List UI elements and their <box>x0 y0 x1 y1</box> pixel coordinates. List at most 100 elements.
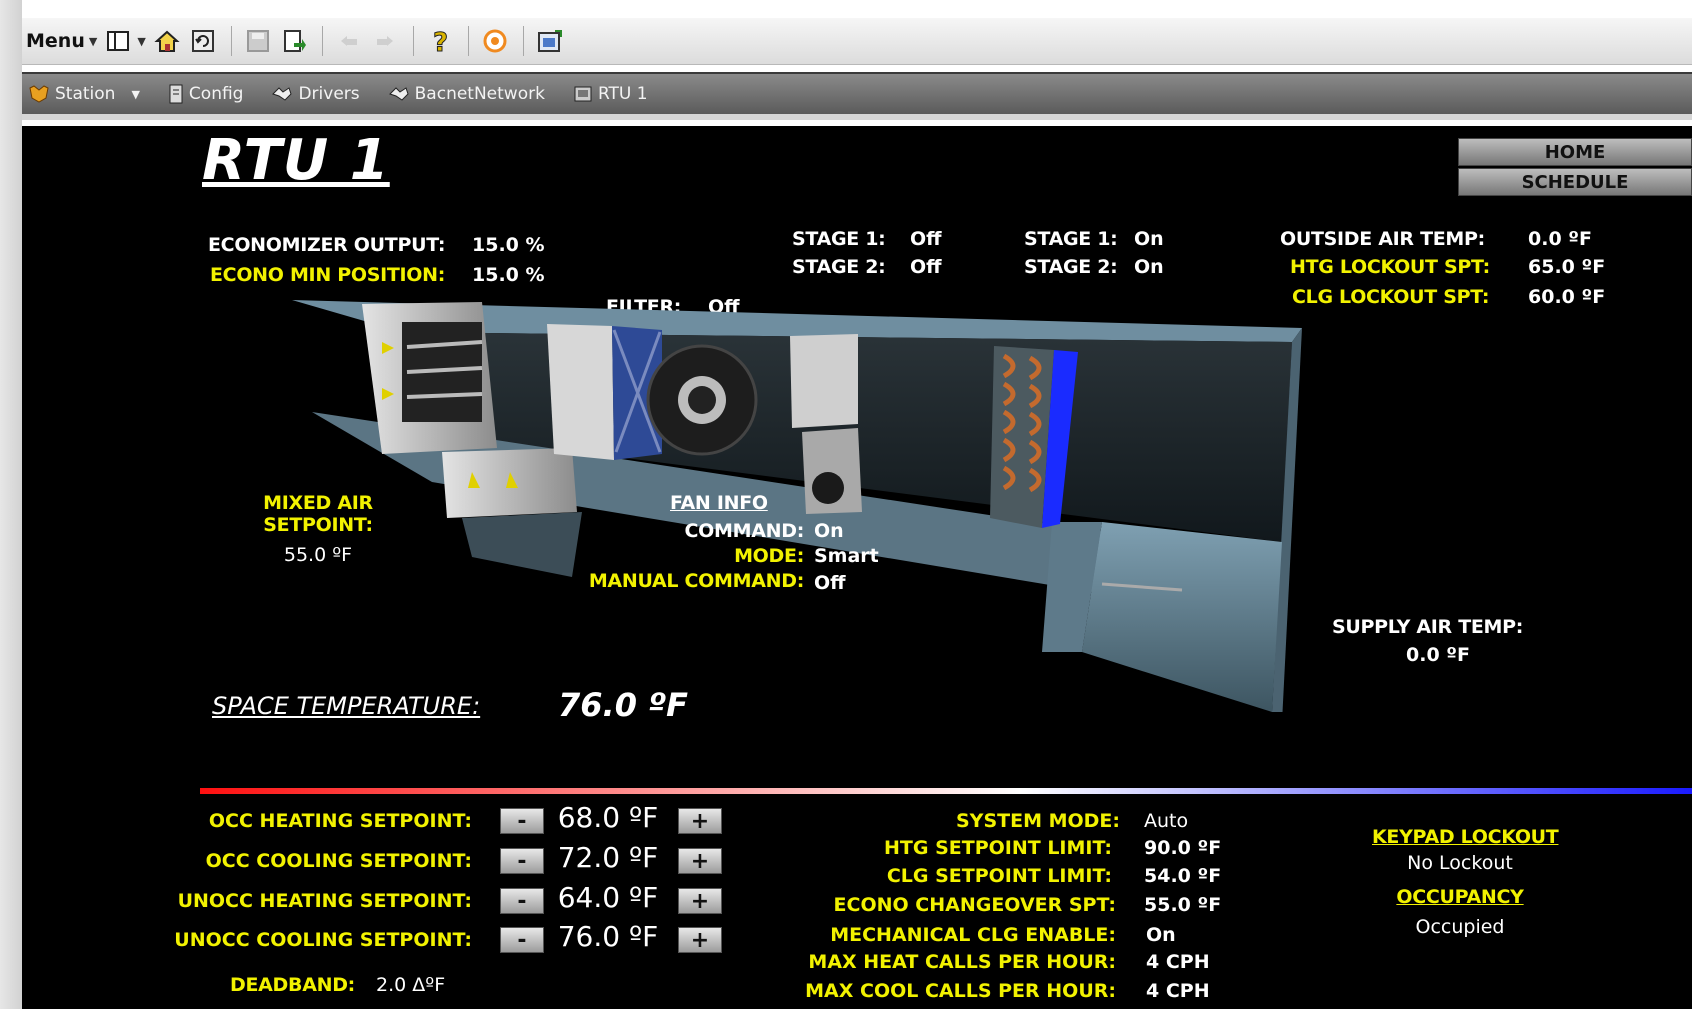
heating-stage2-label: STAGE 2: <box>792 256 886 278</box>
menu-caret-icon[interactable]: ▼ <box>89 35 97 48</box>
econo-changeover-spt-value[interactable]: 55.0 ºF <box>1144 894 1221 916</box>
space-temperature-label: SPACE TEMPERATURE: <box>212 692 481 720</box>
occ-heating-decrement-button[interactable]: - <box>500 808 544 834</box>
config-icon <box>169 84 183 104</box>
max-cool-calls-value[interactable]: 4 CPH <box>1146 980 1210 1002</box>
heating-stage1-label: STAGE 1: <box>792 228 886 250</box>
outside-air-temp-value: 0.0 ºF <box>1528 228 1592 250</box>
station-caret-icon[interactable]: ▼ <box>131 88 139 101</box>
occupancy-value[interactable]: Occupied <box>1372 916 1548 938</box>
unocc-heating-setpoint-value: 64.0 ºF <box>557 881 659 914</box>
sidebar-caret-icon[interactable]: ▼ <box>137 35 145 48</box>
deadband-label[interactable]: DEADBAND: <box>230 974 355 996</box>
toolbar-separator <box>321 26 323 56</box>
clg-lockout-spt-value[interactable]: 60.0 ºF <box>1528 286 1605 308</box>
econo-min-position-label[interactable]: ECONO MIN POSITION: <box>210 264 445 286</box>
cooling-stage2-value: On <box>1134 256 1164 278</box>
fan-command-value: On <box>814 520 844 542</box>
schedule-button[interactable]: SCHEDULE <box>1458 168 1692 196</box>
fan-manual-command-value[interactable]: Off <box>814 572 846 594</box>
save-icon[interactable] <box>241 24 275 58</box>
clg-setpoint-limit-label[interactable]: CLG SETPOINT LIMIT: <box>792 865 1112 887</box>
home-button[interactable]: HOME <box>1458 138 1692 166</box>
occ-heating-setpoint-label: OCC HEATING SETPOINT: <box>208 810 472 832</box>
redo-icon[interactable] <box>368 24 402 58</box>
toolbar-separator <box>522 26 524 56</box>
breadcrumb-config[interactable]: Config <box>168 84 244 104</box>
target-icon[interactable] <box>478 24 512 58</box>
deadband-value[interactable]: 2.0 ΔºF <box>376 974 445 996</box>
fan-mode-label[interactable]: MODE: <box>542 545 804 567</box>
htg-setpoint-limit-value[interactable]: 90.0 ºF <box>1144 837 1221 859</box>
station-icon <box>29 85 49 103</box>
htg-setpoint-limit-label[interactable]: HTG SETPOINT LIMIT: <box>792 837 1112 859</box>
occ-heating-increment-button[interactable]: + <box>678 808 722 834</box>
network-icon <box>388 87 409 101</box>
breadcrumb-station[interactable]: Station ▼ <box>28 84 140 104</box>
cooling-stage1-label: STAGE 1: <box>1024 228 1118 250</box>
supply-air-temp-label: SUPPLY AIR TEMP: <box>1332 616 1524 638</box>
econo-min-position-value[interactable]: 15.0 % <box>472 264 545 286</box>
htg-lockout-spt-value[interactable]: 65.0 ºF <box>1528 256 1605 278</box>
breadcrumb-drivers[interactable]: Drivers <box>271 84 360 104</box>
cooling-stage1-value: On <box>1134 228 1164 250</box>
max-heat-calls-label[interactable]: MAX HEAT CALLS PER HOUR: <box>796 951 1116 973</box>
unocc-cooling-increment-button[interactable]: + <box>678 927 722 953</box>
breadcrumb-rtu1[interactable]: RTU 1 <box>573 84 648 104</box>
mechanical-clg-enable-value[interactable]: On <box>1146 924 1176 946</box>
home-icon[interactable] <box>150 24 184 58</box>
rtu-unit-illustration <box>292 300 1302 712</box>
refresh-icon[interactable] <box>186 24 220 58</box>
menu-button[interactable]: Menu <box>26 30 85 52</box>
fan-mode-value[interactable]: Smart <box>814 545 879 567</box>
sidebar-toggle-icon[interactable] <box>101 24 135 58</box>
fan-manual-command-label[interactable]: MANUAL COMMAND: <box>542 570 804 592</box>
breadcrumb-label: Station <box>55 84 116 104</box>
mixed-air-label-2[interactable]: SETPOINT: <box>238 514 398 536</box>
occupancy-title[interactable]: OCCUPANCY <box>1372 886 1548 908</box>
mixed-air-setpoint-value[interactable]: 55.0 ºF <box>238 544 398 566</box>
mixed-air-label-1[interactable]: MIXED AIR <box>238 492 398 514</box>
unocc-cooling-decrement-button[interactable]: - <box>500 927 544 953</box>
help-icon[interactable]: ? <box>423 24 457 58</box>
outside-air-temp-label: OUTSIDE AIR TEMP: <box>1280 228 1485 250</box>
undo-icon[interactable] <box>332 24 366 58</box>
unocc-heating-decrement-button[interactable]: - <box>500 888 544 914</box>
main-toolbar: Menu ▼ ▼ ? <box>22 18 1692 65</box>
keypad-lockout-value[interactable]: No Lockout <box>1372 852 1548 874</box>
occ-cooling-decrement-button[interactable]: - <box>500 848 544 874</box>
max-heat-calls-value[interactable]: 4 CPH <box>1146 951 1210 973</box>
breadcrumb-label: BacnetNetwork <box>414 84 545 104</box>
window-edge <box>0 0 22 1009</box>
keypad-lockout-title[interactable]: KEYPAD LOCKOUT <box>1372 826 1559 848</box>
clg-setpoint-limit-value[interactable]: 54.0 ºF <box>1144 865 1221 887</box>
toolbar-separator <box>412 26 414 56</box>
temperature-gradient-bar <box>200 788 1692 794</box>
svg-text:?: ? <box>433 28 448 55</box>
unocc-heating-setpoint-label: UNOCC HEATING SETPOINT: <box>177 890 472 912</box>
unocc-heating-increment-button[interactable]: + <box>678 888 722 914</box>
heating-stage1-value: Off <box>910 228 942 250</box>
edit-view-icon[interactable] <box>533 24 567 58</box>
system-mode-value[interactable]: Auto <box>1144 810 1188 832</box>
breadcrumb-label: Config <box>188 84 244 104</box>
htg-lockout-spt-label[interactable]: HTG LOCKOUT SPT: <box>1290 256 1490 278</box>
max-cool-calls-label[interactable]: MAX COOL CALLS PER HOUR: <box>796 980 1116 1002</box>
cooling-stage2-label: STAGE 2: <box>1024 256 1118 278</box>
occ-cooling-setpoint-value: 72.0 ºF <box>557 841 659 874</box>
mechanical-clg-enable-label[interactable]: MECHANICAL CLG ENABLE: <box>796 924 1116 946</box>
fan-motor <box>812 472 844 504</box>
toolbar-separator <box>467 26 469 56</box>
occ-cooling-increment-button[interactable]: + <box>678 848 722 874</box>
econo-changeover-spt-label[interactable]: ECONO CHANGEOVER SPT: <box>796 894 1116 916</box>
breadcrumb-bacnetnetwork[interactable]: BacnetNetwork <box>388 84 545 104</box>
toolbar-separator <box>230 26 232 56</box>
economizer-output-value: 15.0 % <box>472 234 545 256</box>
page-title: RTU 1 <box>202 128 390 193</box>
heating-stage2-value: Off <box>910 256 942 278</box>
supply-plenum <box>1082 522 1282 712</box>
unocc-cooling-setpoint-value: 76.0 ºF <box>557 920 659 953</box>
system-mode-label[interactable]: SYSTEM MODE: <box>800 810 1120 832</box>
fan-command-label: COMMAND: <box>684 520 805 542</box>
save-as-icon[interactable] <box>277 24 311 58</box>
